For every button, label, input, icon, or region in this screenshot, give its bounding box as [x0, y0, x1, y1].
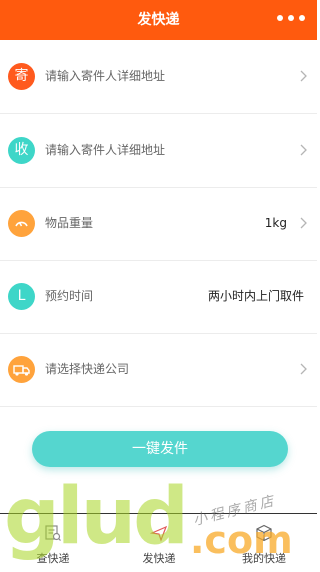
- tab-label: 查快递: [36, 552, 70, 565]
- clock-icon: L: [8, 283, 35, 310]
- box-icon: [256, 524, 272, 542]
- more-options-icon[interactable]: [277, 15, 305, 21]
- sender-address-row[interactable]: 寄 请输入寄件人详细地址: [0, 40, 317, 114]
- bottom-tab-bar: 查快递 发快递 我的快递: [0, 513, 317, 572]
- item-weight-value: 1kg: [264, 216, 287, 230]
- submit-shipment-button[interactable]: 一键发件: [32, 431, 288, 467]
- receiver-address-label: 请输入寄件人详细地址: [45, 143, 166, 157]
- receiver-badge-icon: 收: [8, 137, 35, 164]
- chevron-right-icon: [300, 363, 307, 375]
- tab-label: 我的快递: [242, 552, 286, 565]
- tab-label: 发快递: [142, 552, 176, 565]
- send-icon: [150, 525, 168, 542]
- receiver-address-row[interactable]: 收 请输入寄件人详细地址: [0, 114, 317, 188]
- courier-company-label: 请选择快递公司: [45, 362, 130, 376]
- sender-address-label: 请输入寄件人详细地址: [45, 69, 166, 83]
- app-header: 发快递: [0, 0, 317, 40]
- page-title: 发快递: [137, 12, 180, 28]
- pickup-time-row[interactable]: L 预约时间 两小时内上门取件: [0, 260, 317, 334]
- item-weight-label: 物品重量: [45, 216, 94, 230]
- courier-company-row[interactable]: 请选择快递公司: [0, 333, 317, 407]
- search-list-icon: [45, 525, 61, 541]
- truck-icon: [8, 356, 35, 383]
- tab-send-package[interactable]: 发快递: [106, 514, 212, 572]
- tab-my-packages[interactable]: 我的快递: [211, 514, 317, 572]
- chevron-right-icon: [300, 217, 307, 229]
- scale-icon: [8, 210, 35, 237]
- chevron-right-icon: [300, 144, 307, 156]
- tab-track-package[interactable]: 查快递: [0, 514, 106, 572]
- pickup-time-label: 预约时间: [45, 289, 94, 303]
- pickup-time-value: 两小时内上门取件: [207, 289, 304, 303]
- chevron-right-icon: [300, 70, 307, 82]
- item-weight-row[interactable]: 物品重量 1kg: [0, 187, 317, 261]
- sender-badge-icon: 寄: [8, 63, 35, 90]
